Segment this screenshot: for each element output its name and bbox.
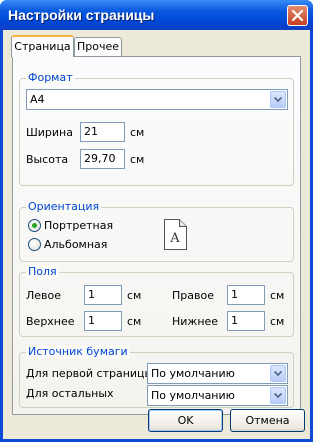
first-page-source-label: Для первой страницы xyxy=(26,367,154,380)
tab-page[interactable]: Страница xyxy=(11,35,74,57)
right-margin-label: Правое xyxy=(172,289,214,302)
other-pages-source-dropdown-button[interactable] xyxy=(270,387,286,404)
right-margin-unit: см xyxy=(270,289,285,302)
top-margin-unit: см xyxy=(127,315,142,328)
paper-size-select[interactable]: A4 xyxy=(26,89,288,110)
tab-panel-page: Формат A4 Ширина 21 см Высота 29,70 см О… xyxy=(12,56,301,415)
landscape-radio[interactable] xyxy=(28,238,41,251)
other-pages-source-value: По умолчанию xyxy=(151,389,235,402)
title-bar[interactable]: Настройки страницы xyxy=(0,0,313,30)
cancel-button[interactable]: Отмена xyxy=(230,409,305,432)
left-margin-unit: см xyxy=(127,289,142,302)
window-title: Настройки страницы xyxy=(8,7,155,23)
paper-source-legend: Источник бумаги xyxy=(26,345,130,359)
top-margin-input[interactable]: 1 xyxy=(84,311,122,331)
top-margin-label: Верхнее xyxy=(26,315,75,328)
landscape-label[interactable]: Альбомная xyxy=(44,238,107,252)
left-margin-input[interactable]: 1 xyxy=(84,285,122,305)
height-unit: см xyxy=(130,153,145,166)
chevron-down-icon xyxy=(274,371,282,376)
right-margin-input[interactable]: 1 xyxy=(227,285,265,305)
page-preview-letter: A xyxy=(169,231,180,246)
chevron-down-icon xyxy=(274,393,282,398)
dialog-body: Страница Прочее Формат A4 Ширина 21 см В… xyxy=(3,30,310,439)
chevron-down-icon xyxy=(274,97,282,102)
width-input[interactable]: 21 xyxy=(80,122,125,142)
bottom-margin-input[interactable]: 1 xyxy=(227,311,265,331)
width-unit: см xyxy=(130,126,145,139)
left-margin-label: Левое xyxy=(26,289,62,302)
first-page-source-value: По умолчанию xyxy=(151,367,235,380)
bottom-margin-unit: см xyxy=(270,315,285,328)
close-button[interactable] xyxy=(287,5,308,26)
close-icon xyxy=(292,10,303,21)
width-label: Ширина xyxy=(26,126,73,139)
tab-other[interactable]: Прочее xyxy=(74,37,122,56)
orientation-group: Ориентация Портретная Альбомная A xyxy=(19,200,294,262)
paper-size-dropdown-button[interactable] xyxy=(270,91,286,108)
tab-other-label: Прочее xyxy=(76,40,120,53)
orientation-legend: Ориентация xyxy=(26,200,102,214)
first-page-source-dropdown-button[interactable] xyxy=(270,365,286,382)
other-pages-source-label: Для остальных xyxy=(26,387,114,400)
page-setup-dialog: Настройки страницы Страница Прочее Форма… xyxy=(0,0,313,442)
margins-group: Поля Левое 1 см Правое 1 см Верхнее 1 см… xyxy=(19,265,294,337)
paper-source-group: Источник бумаги Для первой страницы По у… xyxy=(19,345,294,408)
other-pages-source-select[interactable]: По умолчанию xyxy=(147,385,288,406)
height-label: Высота xyxy=(26,153,69,166)
margins-legend: Поля xyxy=(26,265,59,279)
bottom-margin-label: Нижнее xyxy=(172,315,219,328)
portrait-radio[interactable] xyxy=(28,219,41,232)
portrait-label[interactable]: Портретная xyxy=(44,219,113,233)
format-legend: Формат xyxy=(26,71,75,85)
paper-size-value: A4 xyxy=(30,93,45,106)
page-preview-icon: A xyxy=(164,219,187,250)
ok-button[interactable]: OK xyxy=(148,409,223,432)
tab-page-label: Страница xyxy=(14,40,71,53)
first-page-source-select[interactable]: По умолчанию xyxy=(147,363,288,384)
height-input[interactable]: 29,70 xyxy=(80,149,125,169)
format-group: Формат A4 Ширина 21 см Высота 29,70 см xyxy=(19,71,294,186)
